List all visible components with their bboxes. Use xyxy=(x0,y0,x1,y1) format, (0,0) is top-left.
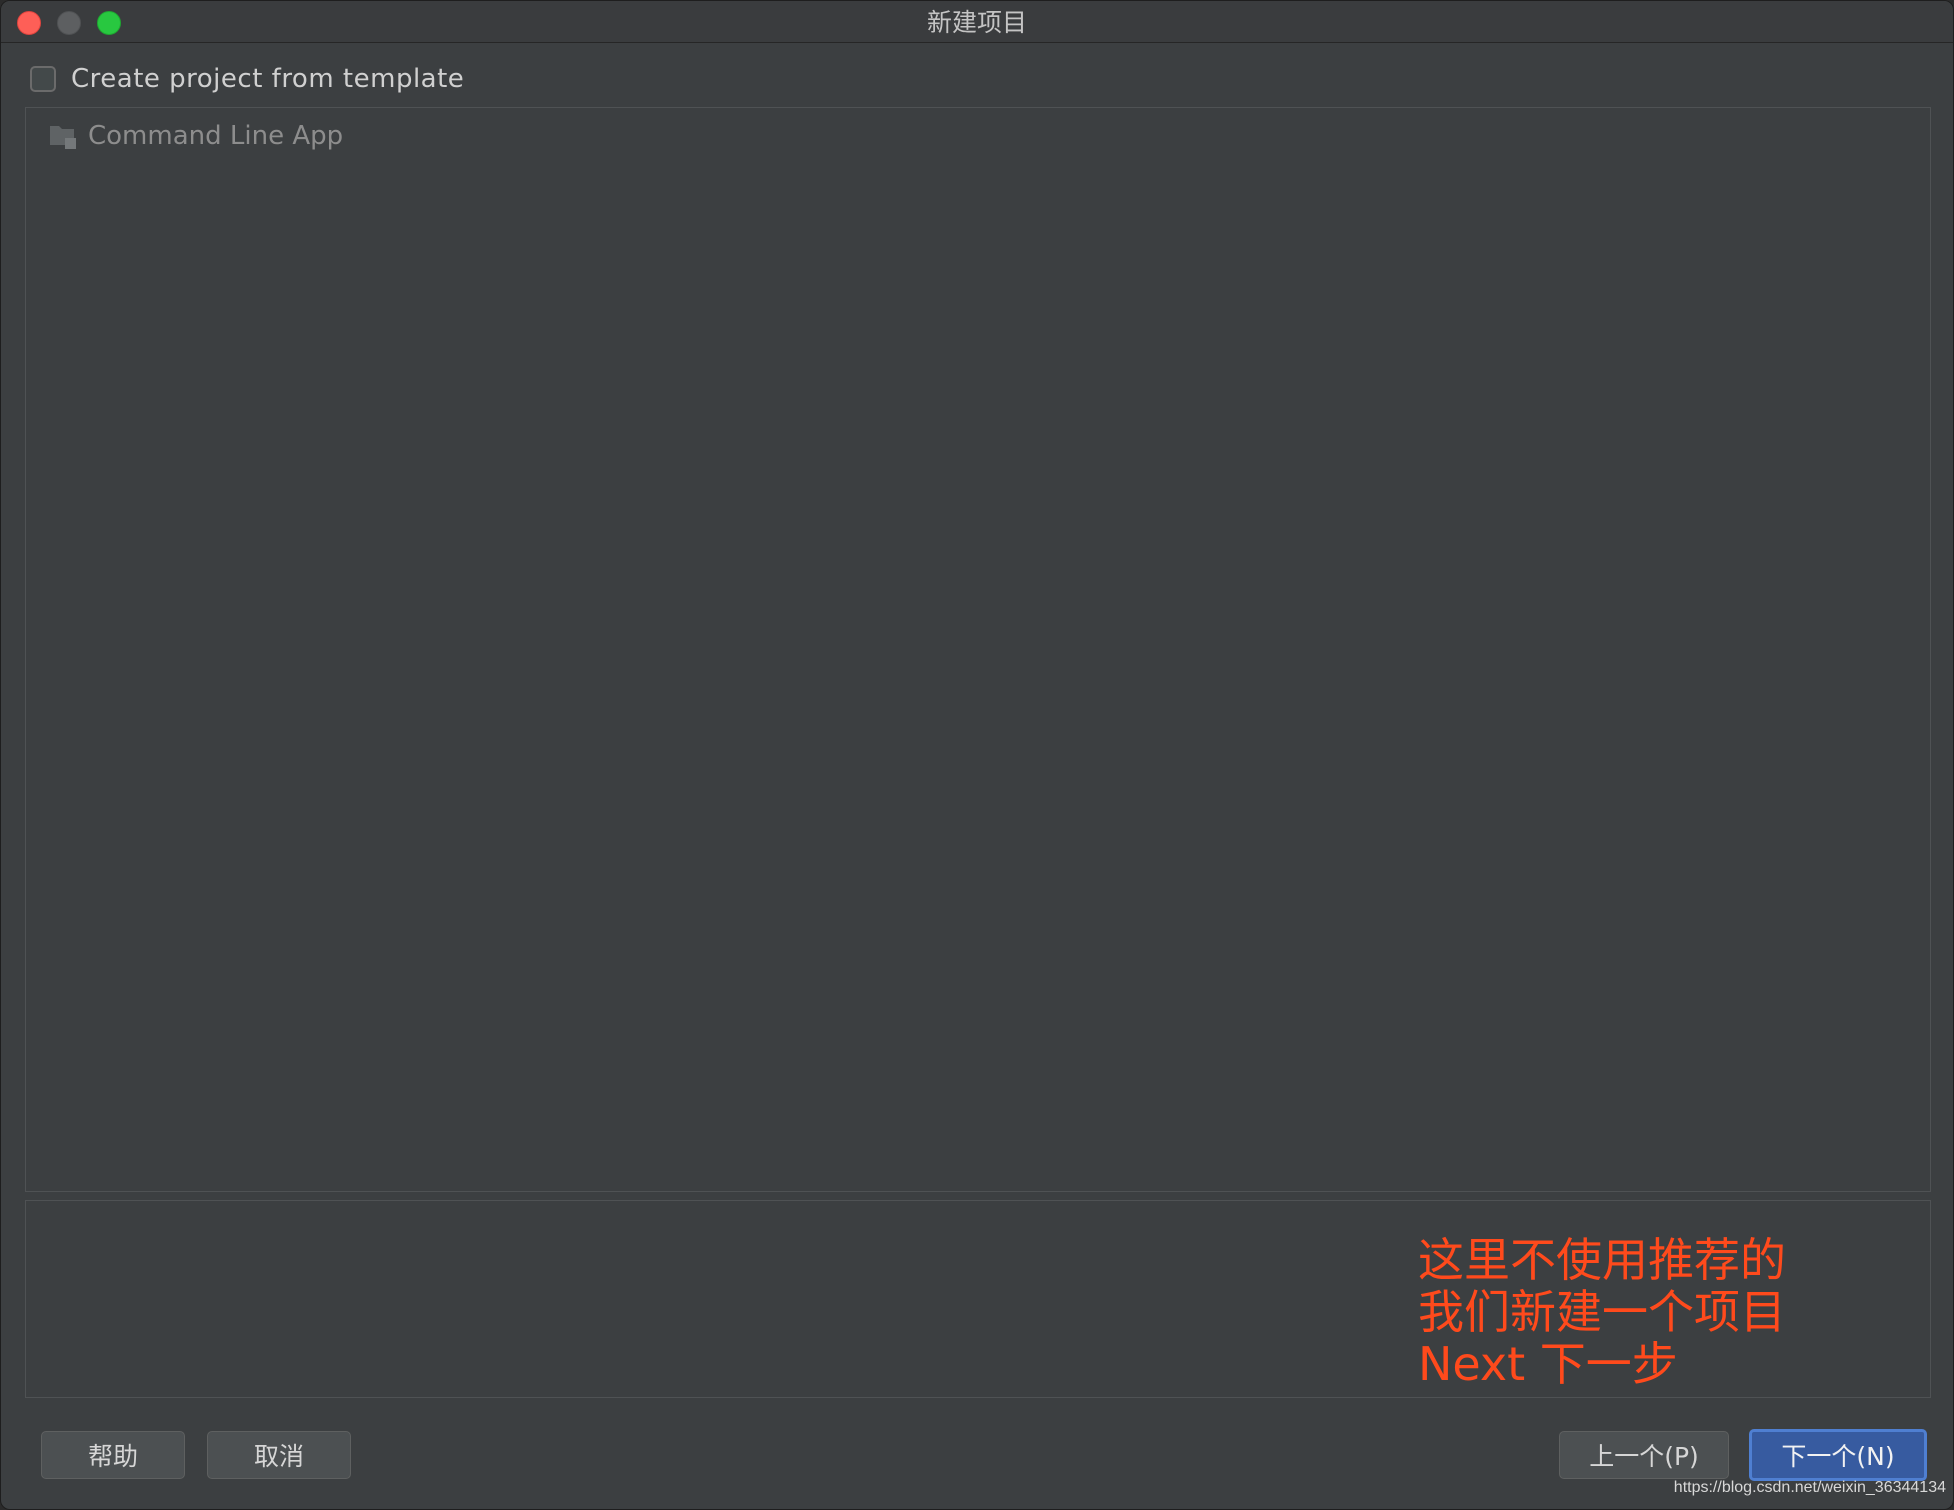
watermark-text: https://blog.csdn.net/weixin_36344134 xyxy=(1673,1479,1946,1496)
annotation-line-1: 这里不使用推荐的 xyxy=(1418,1233,1786,1287)
create-from-template-label[interactable]: Create project from template xyxy=(71,64,464,94)
next-button[interactable]: 下一个(N) xyxy=(1749,1429,1927,1481)
template-list: Command Line App xyxy=(25,107,1931,1192)
list-item[interactable]: Command Line App xyxy=(48,118,343,154)
help-button[interactable]: 帮助 xyxy=(41,1431,185,1479)
annotation-text: 这里不使用推荐的 我们新建一个项目 Next 下一步 xyxy=(1418,1234,1786,1390)
folder-icon xyxy=(48,121,78,151)
new-project-dialog: 新建项目 Create project from template Comman… xyxy=(0,0,1954,1510)
annotation-line-2: 我们新建一个项目 xyxy=(1418,1285,1786,1339)
annotation-line-3: Next 下一步 xyxy=(1418,1337,1678,1391)
title-bar: 新建项目 xyxy=(1,1,1953,43)
previous-button[interactable]: 上一个(P) xyxy=(1559,1431,1729,1479)
cancel-button[interactable]: 取消 xyxy=(207,1431,351,1479)
list-item-label: Command Line App xyxy=(88,121,344,151)
window-title: 新建项目 xyxy=(926,8,1027,37)
create-from-template-checkbox[interactable] xyxy=(30,66,56,92)
create-from-template-option[interactable]: Create project from template xyxy=(30,63,464,95)
